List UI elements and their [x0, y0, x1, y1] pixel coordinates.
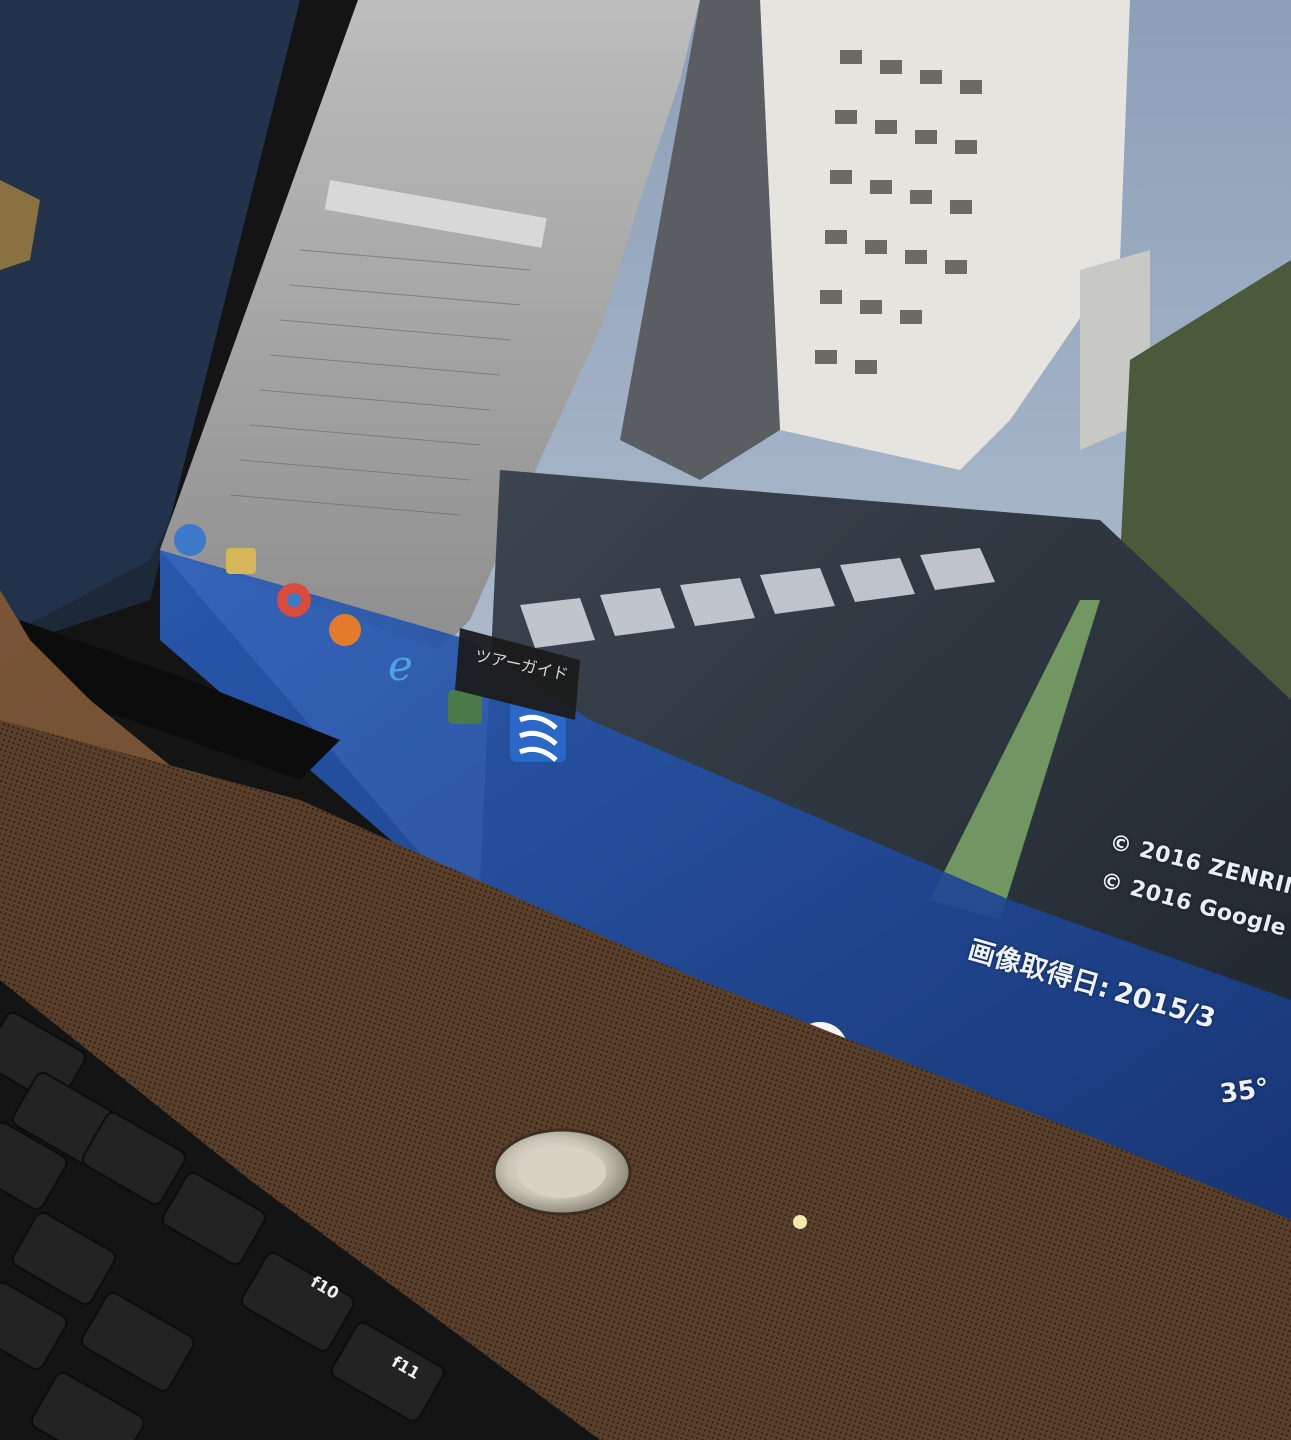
- indicator-light: [793, 1215, 807, 1229]
- windows-start-icon[interactable]: [174, 524, 206, 556]
- media-player-icon[interactable]: [329, 614, 361, 646]
- ie-icon[interactable]: e: [388, 641, 413, 690]
- folder-icon[interactable]: [226, 548, 256, 574]
- photo-scene: e hp: [0, 0, 1291, 1440]
